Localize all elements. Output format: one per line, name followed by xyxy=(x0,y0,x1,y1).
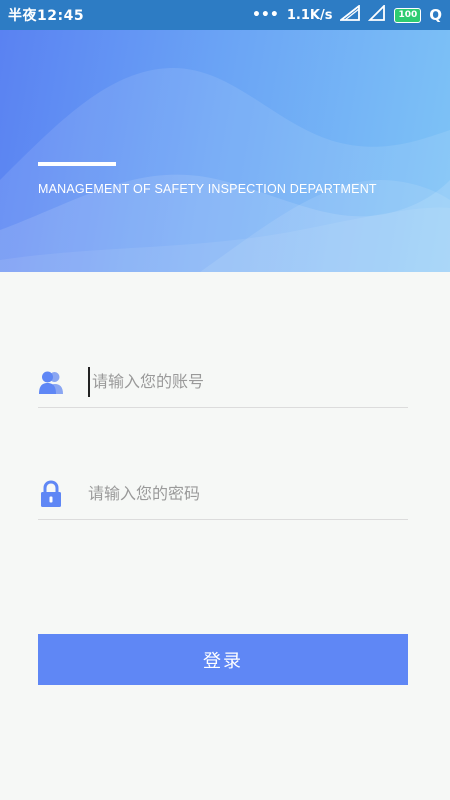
more-dots-icon: ••• xyxy=(251,7,279,23)
network-speed: 1.1K/s xyxy=(286,7,333,23)
account-input[interactable] xyxy=(88,366,408,397)
login-button[interactable]: 登录 xyxy=(38,634,408,685)
q-app-icon: Q xyxy=(429,6,442,24)
header-subtitle: MANAGEMENT OF SAFETY INSPECTION DEPARTME… xyxy=(38,182,377,196)
user-group-icon xyxy=(38,367,64,397)
password-field[interactable] xyxy=(38,468,408,520)
signal-icon xyxy=(338,4,361,25)
padlock-icon xyxy=(38,479,64,509)
wifi-icon xyxy=(368,3,386,25)
header-banner: MANAGEMENT OF SAFETY INSPECTION DEPARTME… xyxy=(0,30,450,272)
battery-indicator: 100 xyxy=(394,7,422,23)
status-time: 半夜12:45 xyxy=(8,8,85,24)
password-input[interactable] xyxy=(88,478,408,509)
header-accent-bar xyxy=(38,162,116,166)
wave-background xyxy=(0,67,450,272)
account-field[interactable] xyxy=(38,356,408,408)
status-bar: 半夜12:45 ••• 1.1K/s 100 Q xyxy=(0,0,450,30)
status-indicators: ••• 1.1K/s 100 Q xyxy=(251,3,442,25)
